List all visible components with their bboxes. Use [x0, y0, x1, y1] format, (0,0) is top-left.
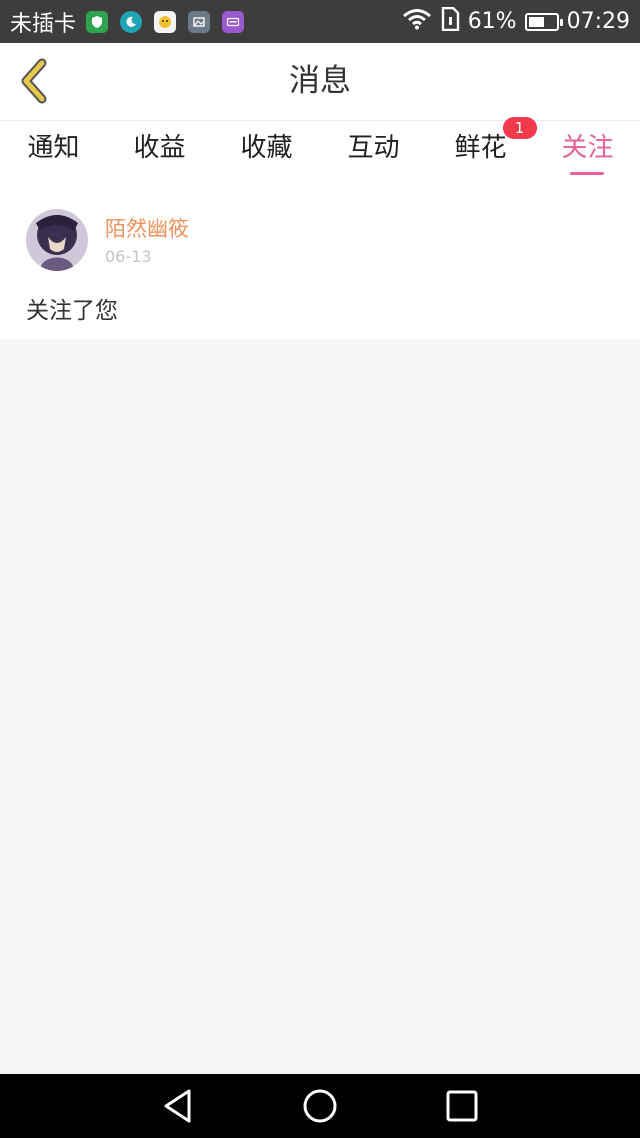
tab-earnings[interactable]: 收益 [106, 121, 213, 181]
battery-percent: 61% [467, 9, 517, 34]
page-title: 消息 [289, 63, 351, 99]
carrier-label: 未插卡 [10, 11, 77, 37]
chat-app-icon [154, 10, 177, 33]
sim-icon [440, 6, 460, 37]
tab-label: 收益 [133, 133, 186, 163]
tab-flowers[interactable]: 鲜花 1 [427, 117, 537, 181]
home-nav-button[interactable] [300, 1086, 340, 1126]
tab-label: 通知 [27, 133, 80, 163]
system-nav-bar [0, 1074, 640, 1138]
tab-following[interactable]: 关注 [534, 121, 640, 181]
avatar[interactable] [26, 209, 88, 271]
status-right: 61% 07:29 [402, 0, 630, 43]
clock: 07:29 [566, 9, 630, 34]
message-text: 关注了您 [26, 298, 118, 324]
tab-label: 鲜花 [454, 133, 507, 163]
keyboard-app-icon [222, 10, 245, 33]
moon-app-icon [120, 10, 143, 33]
notification-icons [86, 10, 245, 33]
battery-fill [528, 16, 545, 27]
tab-label: 关注 [561, 133, 614, 163]
tab-interactions[interactable]: 互动 [320, 121, 427, 181]
follow-notification-item[interactable]: 陌然幽筱 06-13 关注了您 [0, 181, 640, 339]
username[interactable]: 陌然幽筱 [105, 213, 189, 243]
battery-icon [524, 12, 563, 31]
tab-label: 互动 [347, 133, 400, 163]
wifi-icon [402, 8, 432, 36]
tab-bar: 通知 收益 收藏 互动 鲜花 1 关注 [0, 117, 640, 181]
tab-favorites[interactable]: 收藏 [213, 121, 320, 181]
timestamp: 06-13 [105, 247, 152, 266]
unread-badge: 1 [502, 117, 537, 139]
tab-label: 收藏 [240, 133, 293, 163]
circle-home-icon [303, 1089, 337, 1123]
status-bar: 未插卡 61% 07:29 [0, 0, 640, 43]
gallery-app-icon [188, 10, 211, 33]
tab-notifications[interactable]: 通知 [0, 121, 107, 181]
app-header: 消息 [0, 43, 640, 121]
triangle-back-icon [164, 1089, 191, 1123]
tab-label-wrap: 鲜花 1 [454, 117, 537, 175]
recents-nav-button[interactable] [442, 1086, 482, 1126]
square-recents-icon [446, 1090, 478, 1122]
active-tab-indicator [570, 172, 604, 175]
shield-app-icon [86, 10, 109, 33]
user-avatar-icon [26, 209, 88, 271]
back-nav-button[interactable] [158, 1086, 198, 1126]
